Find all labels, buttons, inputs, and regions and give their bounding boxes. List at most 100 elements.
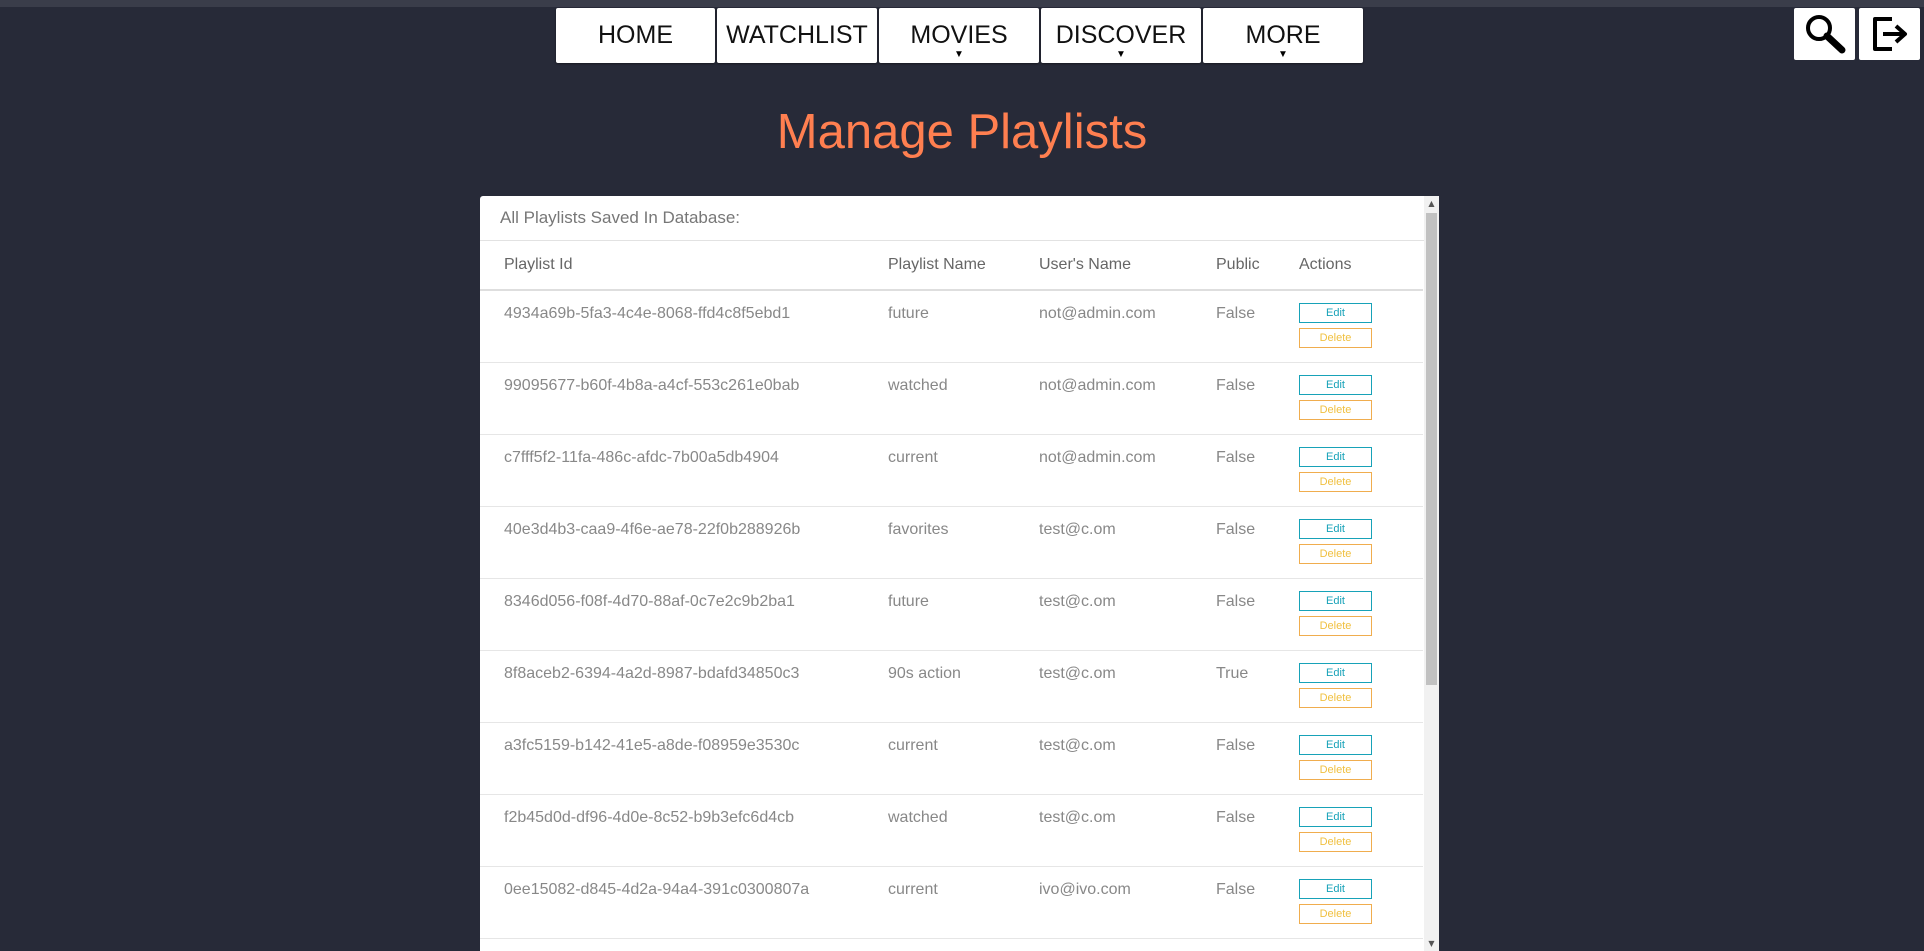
cell-playlist-id: a3fc5159-b142-41e5-a8de-f08959e3530c xyxy=(480,722,888,795)
edit-button[interactable]: Edit xyxy=(1299,590,1372,611)
scroll-down-arrow-icon[interactable]: ▼ xyxy=(1424,936,1439,951)
cell-playlist-id: 4934a69b-5fa3-4c4e-8068-ffd4c8f5ebd1 xyxy=(480,290,888,363)
cell-playlist-name: watched xyxy=(888,794,1039,867)
table-row: f2b45d0d-df96-4d0e-8c52-b9b3efc6d4cb wat… xyxy=(480,794,1423,867)
cell-playlist-name: 90s action xyxy=(888,650,1039,723)
cell-playlist-name: watched xyxy=(888,362,1039,435)
playlists-panel: All Playlists Saved In Database: Playlis… xyxy=(480,196,1439,951)
nav-discover-label: DISCOVER xyxy=(1055,21,1187,49)
edit-button[interactable]: Edit xyxy=(1299,662,1372,683)
cell-playlist-id: 8f8aceb2-6394-4a2d-8987-bdafd34850c3 xyxy=(480,650,888,723)
cell-public: True xyxy=(1216,650,1299,723)
cell-actions: Edit Delete xyxy=(1299,866,1423,939)
edit-button[interactable]: Edit xyxy=(1299,734,1372,755)
table-row: a3fc5159-b142-41e5-a8de-f08959e3530c cur… xyxy=(480,722,1423,795)
caret-down-icon: ▼ xyxy=(954,49,964,60)
cell-playlist-name: future xyxy=(888,578,1039,651)
scrollbar-thumb[interactable] xyxy=(1426,213,1437,685)
cell-playlist-id: 40e3d4b3-caa9-4f6e-ae78-22f0b288926b xyxy=(480,506,888,579)
cell-actions: Edit Delete xyxy=(1299,434,1423,507)
cell-playlist-id: 0ee15082-d845-4d2a-94a4-391c0300807a xyxy=(480,866,888,939)
delete-button[interactable]: Delete xyxy=(1299,543,1372,564)
cell-user-name: test@c.om xyxy=(1039,794,1216,867)
cell-user-name: test@c.om xyxy=(1039,650,1216,723)
caret-down-icon: ▼ xyxy=(1278,49,1288,60)
cell-user-name: not@admin.com xyxy=(1039,362,1216,435)
table-row: 40e3d4b3-caa9-4f6e-ae78-22f0b288926b fav… xyxy=(480,506,1423,579)
nav-watchlist-label: WATCHLIST xyxy=(726,21,868,49)
playlists-table: Playlist Id Playlist Name User's Name Pu… xyxy=(480,241,1423,939)
nav-discover[interactable]: DISCOVER ▼ xyxy=(1041,8,1201,63)
edit-button[interactable]: Edit xyxy=(1299,518,1372,539)
delete-button[interactable]: Delete xyxy=(1299,759,1372,780)
cell-public: False xyxy=(1216,290,1299,363)
panel-header: All Playlists Saved In Database: xyxy=(480,196,1439,241)
column-header-public: Public xyxy=(1216,241,1299,291)
table-row: 8f8aceb2-6394-4a2d-8987-bdafd34850c3 90s… xyxy=(480,650,1423,723)
search-icon xyxy=(1805,15,1845,54)
edit-button[interactable]: Edit xyxy=(1299,446,1372,467)
nav-movies[interactable]: MOVIES ▼ xyxy=(879,8,1039,63)
cell-public: False xyxy=(1216,866,1299,939)
nav-movies-label: MOVIES xyxy=(910,21,1008,49)
main-nav: HOME WATCHLIST MOVIES ▼ DISCOVER ▼ MORE … xyxy=(556,8,1363,63)
column-header-playlist-name: Playlist Name xyxy=(888,241,1039,291)
cell-public: False xyxy=(1216,794,1299,867)
cell-actions: Edit Delete xyxy=(1299,362,1423,435)
cell-actions: Edit Delete xyxy=(1299,506,1423,579)
nav-home[interactable]: HOME xyxy=(556,8,715,63)
cell-actions: Edit Delete xyxy=(1299,578,1423,651)
edit-button[interactable]: Edit xyxy=(1299,806,1372,827)
delete-button[interactable]: Delete xyxy=(1299,615,1372,636)
table-row: 99095677-b60f-4b8a-a4cf-553c261e0bab wat… xyxy=(480,362,1423,435)
cell-playlist-name: favorites xyxy=(888,506,1039,579)
delete-button[interactable]: Delete xyxy=(1299,831,1372,852)
delete-button[interactable]: Delete xyxy=(1299,687,1372,708)
nav-more[interactable]: MORE ▼ xyxy=(1203,8,1363,63)
cell-playlist-id: 8346d056-f08f-4d70-88af-0c7e2c9b2ba1 xyxy=(480,578,888,651)
nav-watchlist[interactable]: WATCHLIST xyxy=(717,8,877,63)
delete-button[interactable]: Delete xyxy=(1299,903,1372,924)
cell-playlist-name: current xyxy=(888,434,1039,507)
logout-button[interactable] xyxy=(1859,8,1920,60)
delete-button[interactable]: Delete xyxy=(1299,328,1372,348)
cell-user-name: test@c.om xyxy=(1039,506,1216,579)
nav-home-label: HOME xyxy=(598,21,673,49)
table-header-row: Playlist Id Playlist Name User's Name Pu… xyxy=(480,241,1423,291)
nav-more-label: MORE xyxy=(1245,21,1321,49)
cell-playlist-id: c7fff5f2-11fa-486c-afdc-7b00a5db4904 xyxy=(480,434,888,507)
cell-user-name: test@c.om xyxy=(1039,578,1216,651)
page-title: Manage Playlists xyxy=(776,105,1148,159)
edit-button[interactable]: Edit xyxy=(1299,303,1372,323)
column-header-playlist-id: Playlist Id xyxy=(480,241,888,291)
scroll-up-arrow-icon[interactable]: ▲ xyxy=(1424,196,1439,211)
cell-playlist-name: current xyxy=(888,866,1039,939)
cell-user-name: test@c.om xyxy=(1039,722,1216,795)
cell-playlist-name: future xyxy=(888,290,1039,363)
cell-playlist-name: current xyxy=(888,722,1039,795)
delete-button[interactable]: Delete xyxy=(1299,399,1372,420)
table-scrollbar[interactable]: ▲ ▼ xyxy=(1424,196,1439,951)
table-row: c7fff5f2-11fa-486c-afdc-7b00a5db4904 cur… xyxy=(480,434,1423,507)
column-header-actions: Actions xyxy=(1299,241,1423,291)
cell-actions: Edit Delete xyxy=(1299,794,1423,867)
cell-actions: Edit Delete xyxy=(1299,722,1423,795)
cell-actions: Edit Delete xyxy=(1299,290,1423,363)
table-row: 0ee15082-d845-4d2a-94a4-391c0300807a cur… xyxy=(480,866,1423,939)
cell-public: False xyxy=(1216,506,1299,579)
logout-icon xyxy=(1872,17,1907,51)
edit-button[interactable]: Edit xyxy=(1299,374,1372,395)
caret-down-icon: ▼ xyxy=(1116,49,1126,60)
search-button[interactable] xyxy=(1794,8,1855,60)
cell-public: False xyxy=(1216,434,1299,507)
table-row: 4934a69b-5fa3-4c4e-8068-ffd4c8f5ebd1 fut… xyxy=(480,290,1423,363)
delete-button[interactable]: Delete xyxy=(1299,471,1372,492)
column-header-users-name: User's Name xyxy=(1039,241,1216,291)
cell-user-name: not@admin.com xyxy=(1039,434,1216,507)
top-strip xyxy=(0,0,1924,7)
cell-playlist-id: f2b45d0d-df96-4d0e-8c52-b9b3efc6d4cb xyxy=(480,794,888,867)
cell-user-name: ivo@ivo.com xyxy=(1039,866,1216,939)
edit-button[interactable]: Edit xyxy=(1299,878,1372,899)
cell-user-name: not@admin.com xyxy=(1039,290,1216,363)
cell-actions: Edit Delete xyxy=(1299,650,1423,723)
